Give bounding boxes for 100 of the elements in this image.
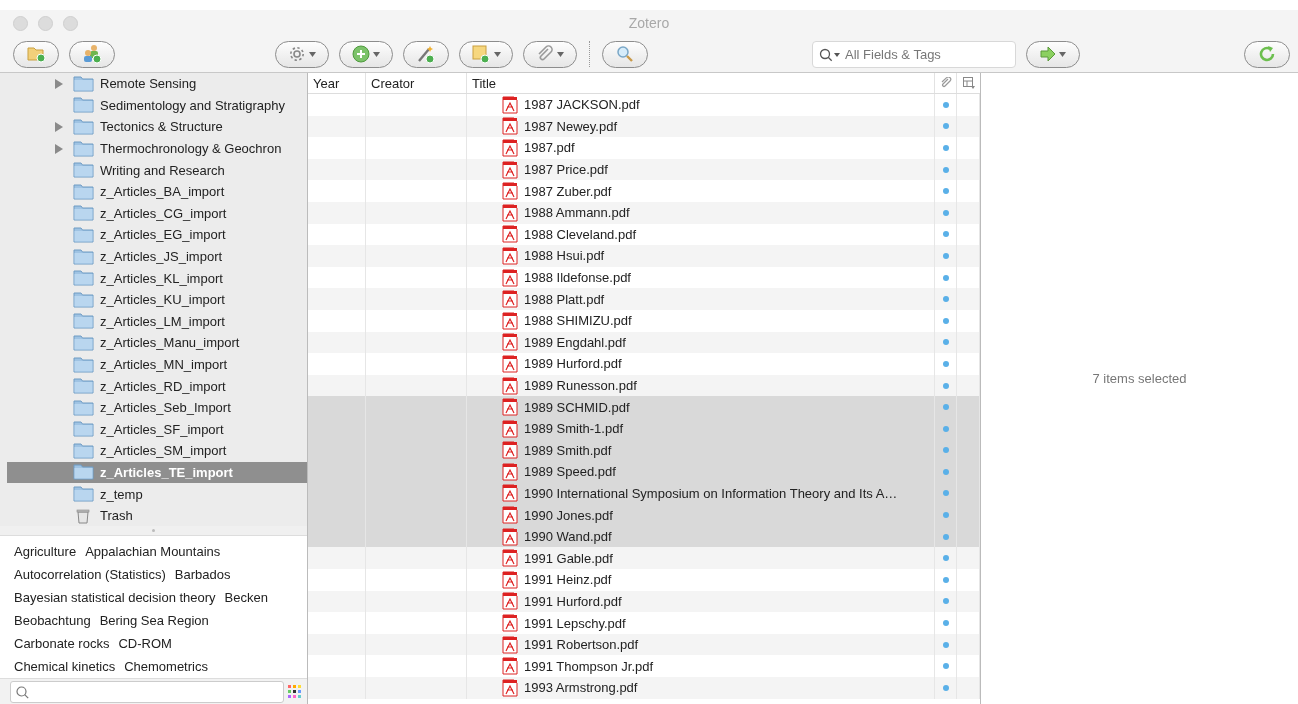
collection-item[interactable]: Tectonics & Structure: [7, 116, 307, 138]
tag[interactable]: Appalachian Mountains: [85, 544, 221, 560]
expand-triangle-icon[interactable]: [55, 143, 63, 154]
tag[interactable]: Carbonate rocks: [14, 636, 110, 652]
new-group-button[interactable]: [69, 40, 115, 68]
tag-colors-icon[interactable]: [288, 685, 301, 699]
collection-item[interactable]: z_Articles_Manu_import: [7, 332, 307, 354]
paperclip-icon[interactable]: [939, 77, 952, 89]
column-header[interactable]: Creator: [366, 73, 467, 93]
item-row[interactable]: 1990 Jones.pdf: [308, 504, 980, 526]
pdf-icon: [502, 268, 518, 287]
selection-message: 7 items selected: [1092, 371, 1187, 386]
collection-item[interactable]: z_Articles_KU_import: [7, 288, 307, 311]
item-row[interactable]: 1990 Wand.pdf: [308, 525, 980, 548]
locate-button[interactable]: [1026, 40, 1080, 68]
item-row[interactable]: 1988 Ammann.pdf: [308, 201, 980, 224]
caret-icon: [557, 51, 564, 57]
collection-item[interactable]: z_Articles_KL_import: [7, 267, 307, 289]
expand-triangle-icon[interactable]: [55, 78, 63, 89]
item-title: 1989 Hurford.pdf: [524, 356, 622, 372]
add-by-identifier-button[interactable]: [403, 40, 449, 68]
pdf-icon: [502, 678, 518, 697]
item-row[interactable]: 1989 Smith.pdf: [308, 439, 980, 462]
item-row[interactable]: 1993 Armstrong.pdf: [308, 677, 980, 699]
collection-item[interactable]: z_Articles_MN_import: [7, 353, 307, 376]
collection-item[interactable]: Remote Sensing: [7, 73, 307, 95]
sync-icon: [1258, 45, 1276, 63]
folder-icon: [73, 464, 94, 481]
collection-item[interactable]: z_Articles_LM_import: [7, 310, 307, 333]
pdf-icon: [502, 570, 518, 589]
item-row[interactable]: 1989 Speed.pdf: [308, 461, 980, 483]
item-row[interactable]: 1989 Runesson.pdf: [308, 374, 980, 397]
tag[interactable]: Bayesian statistical decision theory: [14, 590, 216, 606]
tag-filter-field[interactable]: [10, 680, 284, 703]
item-row[interactable]: 1989 Smith-1.pdf: [308, 417, 980, 440]
tag[interactable]: Bering Sea Region: [99, 613, 209, 629]
wand-icon: [416, 44, 436, 64]
tag[interactable]: Beobachtung: [14, 613, 91, 629]
item-row[interactable]: 1989 SCHMID.pdf: [308, 396, 980, 418]
tag[interactable]: CD-ROM: [118, 636, 172, 652]
pdf-icon: [502, 484, 518, 503]
item-row[interactable]: 1991 Robertson.pdf: [308, 633, 980, 656]
folder-icon: [73, 162, 94, 179]
item-row[interactable]: 1987 Newey.pdf: [308, 115, 980, 138]
search-field[interactable]: All Fields & Tags: [812, 40, 1016, 68]
search-icon: [616, 45, 634, 63]
collection-item[interactable]: z_Articles_Seb_Import: [7, 396, 307, 419]
item-row[interactable]: 1989 Engdahl.pdf: [308, 331, 980, 354]
folder-icon: [73, 421, 94, 438]
pdf-icon: [502, 333, 518, 352]
tag[interactable]: Barbados: [174, 567, 231, 583]
pdf-icon: [502, 160, 518, 179]
new-item-button[interactable]: [339, 40, 393, 68]
collection-item[interactable]: Writing and Research: [7, 159, 307, 181]
tag[interactable]: Becken: [224, 590, 268, 606]
collection-item[interactable]: Sedimentology and Stratigraphy: [7, 94, 307, 117]
collection-item[interactable]: Thermochronology & Geochron: [7, 137, 307, 160]
collection-item[interactable]: z_Articles_CG_import: [7, 202, 307, 225]
item-title: 1990 Jones.pdf: [524, 507, 613, 523]
item-row[interactable]: 1987 Price.pdf: [308, 158, 980, 181]
pdf-icon: [502, 506, 518, 525]
expand-triangle-icon[interactable]: [55, 122, 63, 132]
actions-button[interactable]: [275, 40, 329, 68]
item-title: 1987 Zuber.pdf: [524, 183, 612, 199]
attachment-button[interactable]: [523, 40, 577, 68]
item-row[interactable]: 1988 Platt.pdf: [308, 288, 980, 310]
item-title: 1991 Robertson.pdf: [524, 637, 639, 653]
tag[interactable]: Agriculture: [14, 544, 77, 560]
collection-item[interactable]: z_Articles_EG_import: [7, 224, 307, 246]
pdf-icon: [502, 441, 518, 460]
collection-item[interactable]: z_Articles_SF_import: [7, 418, 307, 441]
tag[interactable]: Chemometrics: [124, 659, 208, 675]
pdf-icon: [502, 462, 518, 481]
pdf-icon: [502, 549, 518, 568]
item-row[interactable]: 1991 Hurford.pdf: [308, 590, 980, 613]
collection-item[interactable]: Trash: [7, 504, 307, 527]
folder-icon: [73, 313, 94, 330]
item-row[interactable]: 1990 International Symposium on Information Theory and Its A…: [308, 482, 980, 505]
collection-item[interactable]: z_Articles_BA_import: [7, 180, 307, 203]
collection-item[interactable]: z_temp: [7, 483, 307, 505]
pdf-icon: [502, 614, 518, 633]
column-header[interactable]: Title: [467, 73, 935, 93]
item-title: 1991 Lepschy.pdf: [524, 615, 626, 631]
column-header[interactable]: Year: [308, 73, 366, 93]
column-picker-icon[interactable]: [962, 77, 975, 89]
item-row[interactable]: 1991 Gable.pdf: [308, 547, 980, 570]
search-button[interactable]: [602, 40, 648, 68]
search-menu-icon[interactable]: [819, 47, 841, 62]
collection-item[interactable]: z_Articles_JS_import: [7, 245, 307, 268]
pdf-icon: [502, 398, 518, 417]
collection-item[interactable]: z_Articles_RD_import: [7, 375, 307, 397]
pdf-icon: [502, 311, 518, 330]
tag[interactable]: Chemical kinetics: [14, 659, 116, 675]
new-collection-button[interactable]: [13, 40, 59, 68]
collection-item[interactable]: z_Articles_SM_import: [7, 440, 307, 462]
new-note-button[interactable]: [459, 40, 513, 68]
item-row[interactable]: 1988 Hsui.pdf: [308, 245, 980, 267]
sync-button[interactable]: [1244, 40, 1290, 68]
tag[interactable]: Autocorrelation (Statistics): [14, 567, 166, 583]
splitter-handle[interactable]: [152, 529, 155, 533]
